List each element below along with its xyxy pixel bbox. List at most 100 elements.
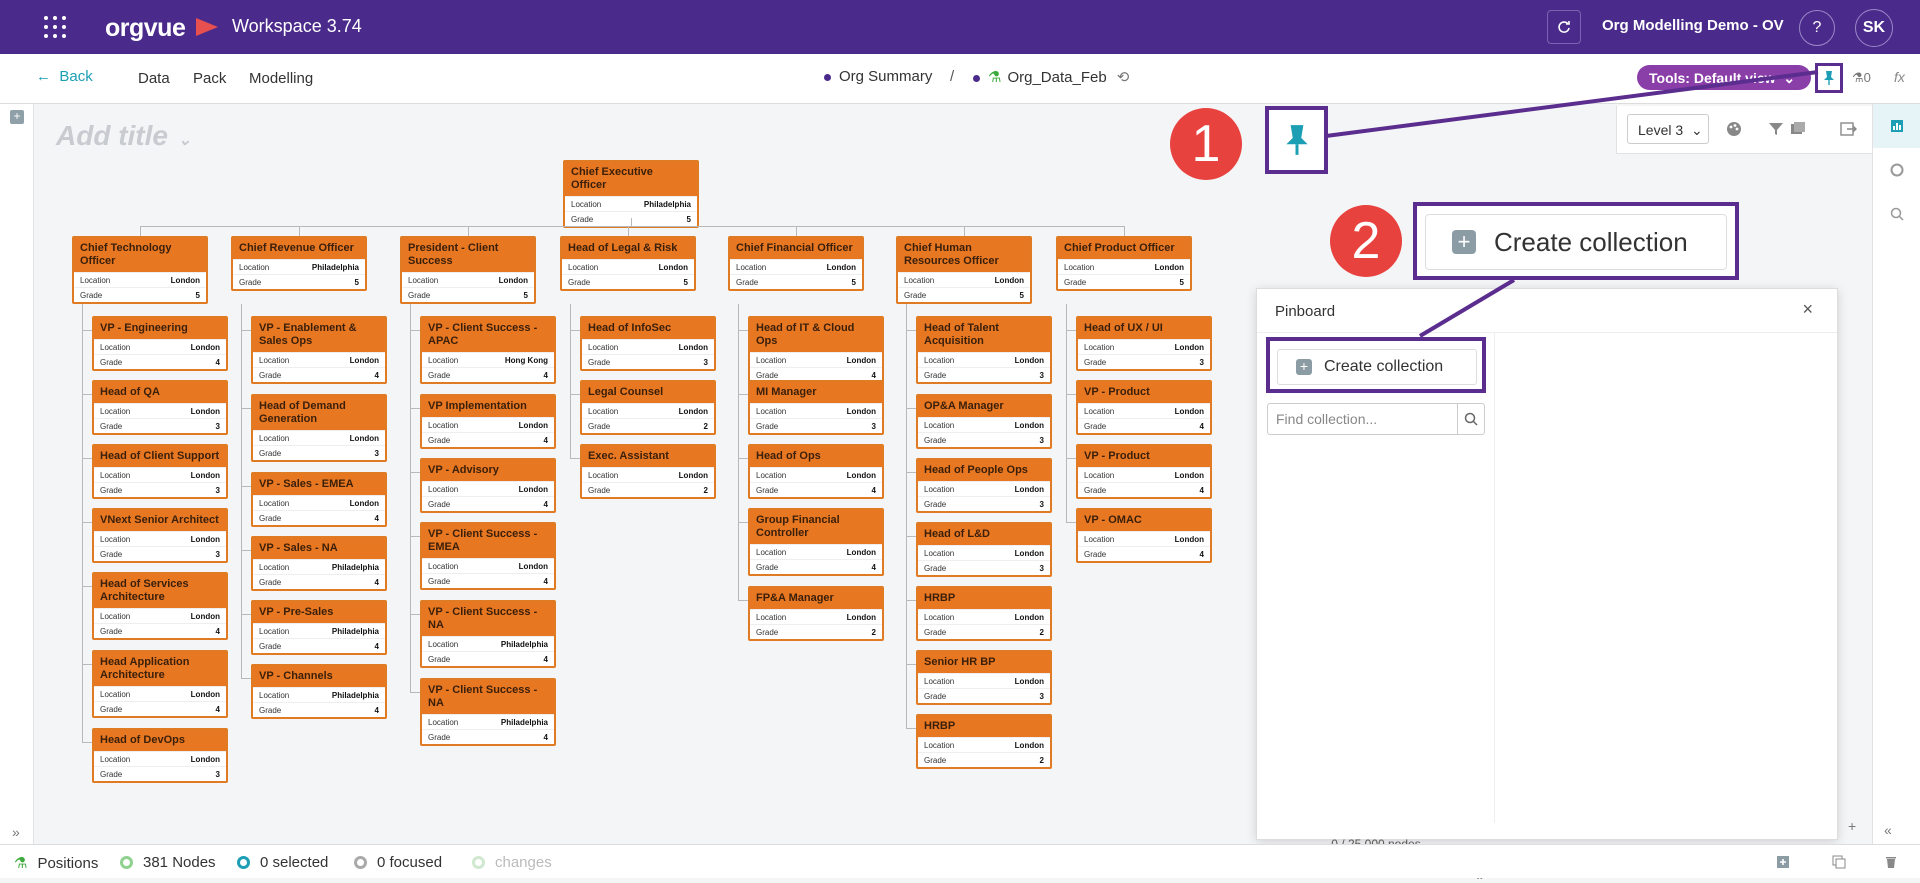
org-card[interactable]: VP - Client Success - EMEA Location London…: [420, 522, 556, 590]
add-panel-icon[interactable]: +: [10, 110, 24, 124]
org-card[interactable]: HRBP Location London Grade 2: [916, 586, 1052, 641]
org-card[interactable]: VP - Enablement & Sales Ops Location Londo…: [251, 316, 387, 384]
selected-count[interactable]: 0 selected: [237, 854, 328, 871]
callout-number-2: 2: [1330, 205, 1402, 277]
flask-icon: ⚗: [1852, 70, 1864, 85]
find-collection-input[interactable]: [1268, 404, 1457, 434]
org-card[interactable]: Head of IT & Cloud Ops Location London Grad…: [748, 316, 884, 384]
org-card-head[interactable]: Chief Technology Officer Location London Gr…: [72, 236, 208, 304]
location-value: London: [678, 470, 708, 480]
org-card[interactable]: VP - Product Location London Grade 4: [1076, 444, 1212, 499]
app-grid-icon[interactable]: [44, 16, 66, 38]
org-card[interactable]: Head of InfoSec Location London Grade 3: [580, 316, 716, 371]
changes-count[interactable]: changes: [472, 854, 552, 871]
org-card[interactable]: Head of QA Location London Grade 3: [92, 380, 228, 435]
grade-label: Grade: [100, 549, 123, 559]
project-name[interactable]: Org Modelling Demo - OV: [1602, 17, 1784, 34]
org-card[interactable]: OP&A Manager Location London Grade 3: [916, 394, 1052, 449]
grade-row: Grade 3: [918, 496, 1050, 511]
org-card[interactable]: Exec. Assistant Location London Grade 2: [580, 444, 716, 499]
org-card[interactable]: VP - OMAC Location London Grade 4: [1076, 508, 1212, 563]
changes-icon: [472, 856, 485, 869]
collapse-right-icon[interactable]: «: [1884, 822, 1892, 838]
location-value: London: [1014, 420, 1044, 430]
org-card[interactable]: MI Manager Location London Grade 3: [748, 380, 884, 435]
org-card[interactable]: Group Financial Controller Location London…: [748, 508, 884, 576]
org-card[interactable]: VP - Sales - NA Location Philadelphia Grade…: [251, 536, 387, 591]
pin-button[interactable]: [1815, 63, 1843, 93]
close-icon[interactable]: ×: [1802, 299, 1813, 320]
grade-value: 3: [1039, 691, 1044, 701]
help-button[interactable]: ?: [1799, 10, 1835, 46]
palette-icon[interactable]: [1725, 120, 1743, 138]
org-card[interactable]: VP - Sales - EMEA Location London Grade 4: [251, 472, 387, 527]
positions-label[interactable]: ⚗ Positions: [14, 854, 98, 873]
org-card[interactable]: VP - Client Success - NA Location Philadel…: [420, 600, 556, 668]
nav-pack[interactable]: Pack: [193, 70, 226, 87]
circle-view-icon[interactable]: [1873, 148, 1920, 192]
focused-count[interactable]: 0 focused: [354, 854, 442, 871]
formula-button[interactable]: fx: [1894, 69, 1905, 85]
expand-left-icon[interactable]: »: [12, 824, 20, 840]
chart-title-input[interactable]: Add title ⌄: [56, 120, 191, 152]
org-card[interactable]: VP - Engineering Location London Grade 4: [92, 316, 228, 371]
nav-modelling[interactable]: Modelling: [249, 70, 313, 87]
layers-icon[interactable]: [1789, 120, 1807, 138]
dot-icon: [973, 74, 980, 82]
org-card[interactable]: VP - Product Location London Grade 4: [1076, 380, 1212, 435]
search-button[interactable]: [1457, 404, 1484, 434]
org-card[interactable]: Head of DevOps Location London Grade 3: [92, 728, 228, 783]
tools-view-dropdown[interactable]: Tools: Default view ⌄: [1637, 65, 1811, 90]
position-title: OP&A Manager: [918, 396, 1050, 417]
org-card-head[interactable]: Chief Product Officer Location London Grade…: [1056, 236, 1192, 291]
org-card[interactable]: VP Implementation Location London Grade 4: [420, 394, 556, 449]
org-card[interactable]: VP - Pre-Sales Location Philadelphia Grade 4: [251, 600, 387, 655]
org-card[interactable]: Head of Services Architecture Location Lon…: [92, 572, 228, 640]
org-card[interactable]: Head of Talent Acquisition Location London…: [916, 316, 1052, 384]
filter-icon[interactable]: [1767, 120, 1785, 138]
chart-view-icon[interactable]: [1873, 104, 1920, 148]
trash-icon[interactable]: [1884, 855, 1898, 869]
position-title: VP - Engineering: [94, 318, 226, 339]
flask-count[interactable]: ⚗0: [1852, 70, 1871, 86]
org-card[interactable]: Head Application Architecture Location Lon…: [92, 650, 228, 718]
org-card[interactable]: VP - Channels Location Philadelphia Grade 4: [251, 664, 387, 719]
level-select[interactable]: Level 3 ⌄: [1627, 114, 1709, 144]
grade-row: Grade 3: [94, 418, 226, 433]
org-card-head[interactable]: Chief Revenue Officer Location Philadelphi…: [231, 236, 367, 291]
breadcrumb-dataset[interactable]: ⚗ Org_Data_Feb ⟲: [973, 68, 1129, 86]
org-card-head[interactable]: Chief Financial Officer Location London Gra…: [728, 236, 864, 291]
search-icon[interactable]: [1873, 192, 1920, 236]
org-card[interactable]: VP - Advisory Location London Grade 4: [420, 458, 556, 513]
add-box-icon[interactable]: [1776, 855, 1790, 869]
back-button[interactable]: ← Back: [36, 68, 93, 85]
org-card[interactable]: Head of L&D Location London Grade 3: [916, 522, 1052, 577]
position-title: VP - Client Success - NA: [422, 680, 554, 714]
org-card[interactable]: VNext Senior Architect Location London Grad…: [92, 508, 228, 563]
export-icon[interactable]: [1839, 120, 1857, 138]
org-card[interactable]: Head of Client Support Location London Grad…: [92, 444, 228, 499]
org-card-head[interactable]: Chief Human Resources Officer Location Lon…: [896, 236, 1032, 304]
duplicate-icon[interactable]: [1832, 855, 1846, 869]
location-value: London: [190, 470, 220, 480]
nav-data[interactable]: Data: [138, 70, 170, 87]
add-icon[interactable]: +: [1848, 818, 1856, 834]
location-row: Location London: [750, 544, 882, 559]
org-card[interactable]: Head of UX / UI Location London Grade 3: [1076, 316, 1212, 371]
org-card-head[interactable]: President - Client Success Location London…: [400, 236, 536, 304]
org-card[interactable]: HRBP Location London Grade 2: [916, 714, 1052, 769]
org-card[interactable]: FP&A Manager Location London Grade 2: [748, 586, 884, 641]
org-card[interactable]: Head of Ops Location London Grade 4: [748, 444, 884, 499]
org-card[interactable]: Senior HR BP Location London Grade 3: [916, 650, 1052, 705]
org-card[interactable]: Head of Demand Generation Location London G…: [251, 394, 387, 462]
org-card-head[interactable]: Head of Legal & Risk Location London Grade 5: [560, 236, 696, 291]
org-card[interactable]: VP - Client Success - NA Location Philadel…: [420, 678, 556, 746]
org-card[interactable]: Head of People Ops Location London Grade 3: [916, 458, 1052, 513]
org-card[interactable]: VP - Client Success - APAC Location Hong K…: [420, 316, 556, 384]
avatar[interactable]: SK: [1855, 9, 1893, 47]
grade-label: Grade: [756, 562, 779, 572]
refresh-button[interactable]: [1547, 10, 1581, 44]
org-card[interactable]: Legal Counsel Location London Grade 2: [580, 380, 716, 435]
nodes-count-status[interactable]: 381 Nodes: [120, 854, 216, 871]
breadcrumb-org-summary[interactable]: Org Summary: [824, 68, 932, 85]
